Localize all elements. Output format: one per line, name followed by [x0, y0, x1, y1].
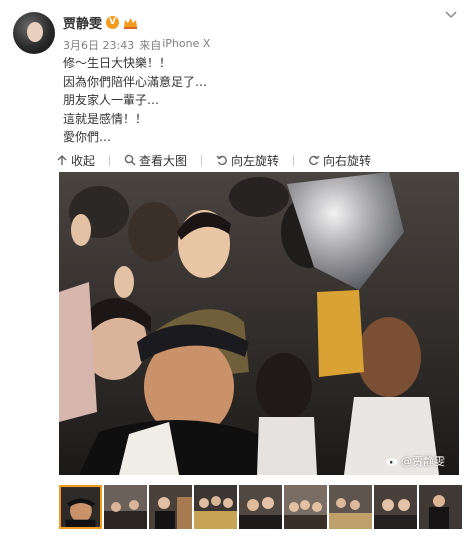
group-selfie-illustration [59, 172, 459, 475]
post-meta: 3月6日 23:43 来自 iPhone X [63, 37, 210, 53]
watermark-text: @贾静雯 [401, 455, 445, 468]
thumbnail[interactable] [284, 485, 327, 529]
rotate-right-button[interactable]: 向右旋转 [308, 152, 371, 169]
avatar-face [27, 22, 43, 42]
chevron-down-icon[interactable] [445, 8, 457, 23]
post-text: 修～生日大快樂！！ 因為你們陪伴心滿意足了… 朋友家人一輩子… 這就是感情！！ … [63, 56, 208, 144]
thumbnail[interactable] [239, 485, 282, 529]
photo-watermark: @贾静雯 [386, 453, 445, 469]
thumbnail-image [61, 487, 100, 527]
collapse-button[interactable]: 收起 [56, 152, 95, 169]
view-large-label: 查看大图 [139, 153, 188, 168]
thumbnail[interactable] [374, 485, 417, 529]
arrow-up-icon [57, 155, 67, 165]
thumbnail[interactable] [149, 485, 192, 529]
thumbnail[interactable] [104, 485, 147, 529]
magnifier-icon [124, 154, 136, 166]
toolbar-divider [201, 154, 203, 166]
media-toolbar: 收起 查看大图 向左旋转 向右旋转 [56, 151, 465, 169]
main-photo[interactable]: @贾静雯 [59, 172, 459, 475]
post-time[interactable]: 3月6日 23:43 [63, 37, 134, 53]
avatar[interactable] [13, 12, 55, 54]
rotate-left-label: 向左旋转 [231, 153, 280, 168]
rotate-left-icon [216, 155, 227, 166]
thumbnail[interactable] [59, 485, 102, 529]
author-row: 贾静雯 V [63, 13, 138, 32]
thumbnail-image [284, 485, 327, 529]
thumbnail-image [104, 485, 147, 529]
weibo-logo-icon [386, 458, 398, 466]
thumbnail-image [239, 485, 282, 529]
author-name[interactable]: 贾静雯 [63, 13, 102, 32]
source-prefix: 来自 [139, 39, 162, 52]
collapse-label: 收起 [71, 153, 96, 168]
thumbnail[interactable] [329, 485, 372, 529]
thumbnail-strip [59, 485, 469, 529]
thumbnail-image [419, 485, 462, 529]
thumbnail[interactable] [419, 485, 462, 529]
rotate-left-button[interactable]: 向左旋转 [216, 152, 279, 169]
toolbar-divider [293, 154, 295, 166]
device-link[interactable]: iPhone X [162, 37, 210, 53]
vip-crown-icon [124, 17, 138, 29]
rotate-right-icon [309, 155, 320, 166]
thumbnail[interactable] [194, 485, 237, 529]
view-large-button[interactable]: 查看大图 [124, 152, 187, 169]
thumbnail-image [194, 485, 237, 529]
verified-v-icon: V [106, 16, 120, 29]
thumbnail-image [329, 485, 372, 529]
thumbnail-image [149, 485, 192, 529]
toolbar-divider [109, 154, 111, 166]
thumbnail-image [374, 485, 417, 529]
rotate-right-label: 向右旋转 [323, 153, 372, 168]
